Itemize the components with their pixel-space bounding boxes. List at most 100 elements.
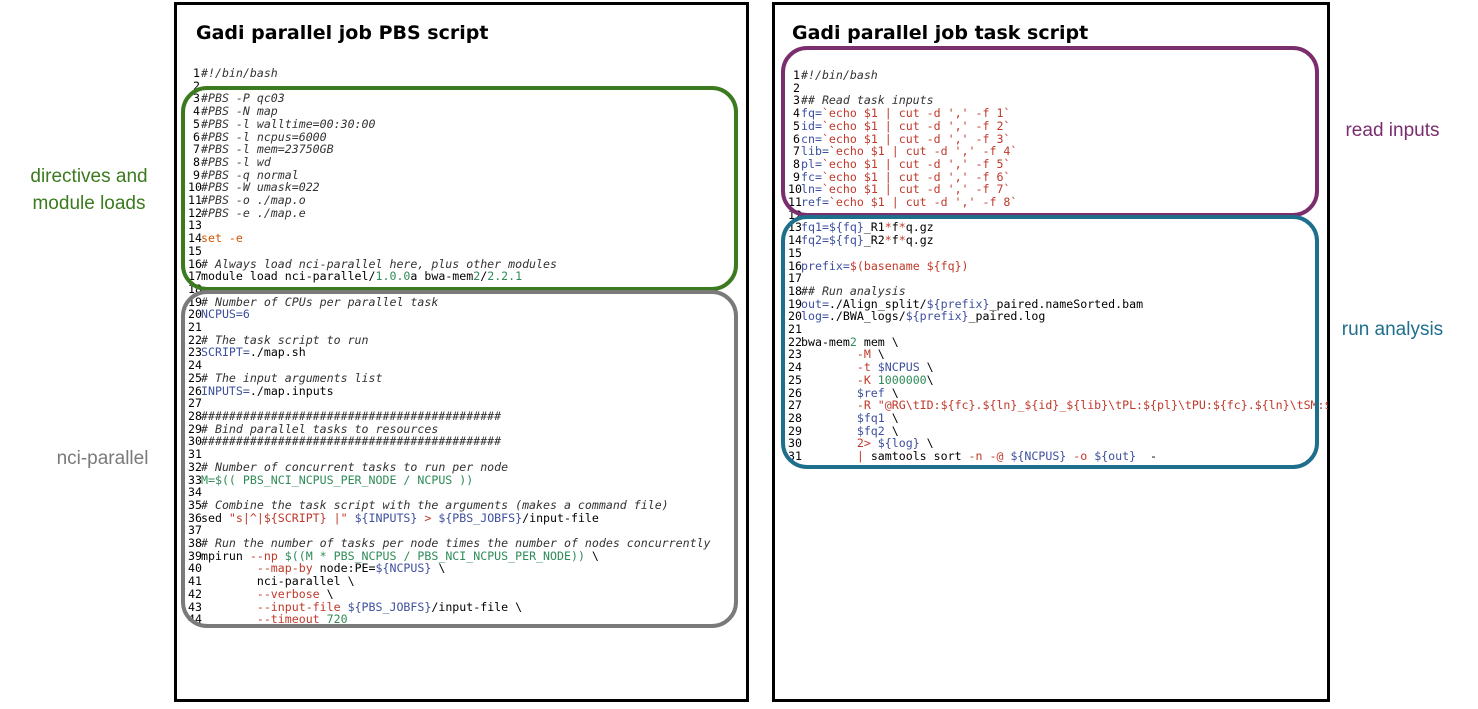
code-token: *	[898, 233, 906, 248]
code-token: --timeout	[256, 612, 327, 624]
code-token: "s|^|${SCRIPT} |"	[228, 510, 348, 525]
code-token: #!/bin/bash	[201, 67, 278, 80]
code-token: "@RG\tID:${fc}.${ln}_${id}_${lib}\tPL:${…	[877, 398, 1328, 413]
code-token: a bwa-mem	[410, 269, 474, 284]
code-token: \	[926, 372, 934, 387]
code-line: 23SCRIPT=./map.sh	[188, 346, 733, 359]
code-token: prefix=	[801, 258, 850, 273]
code-line: 44 --timeout 720	[188, 613, 733, 624]
code-token: ${prefix}	[905, 309, 969, 324]
line-number: 8	[193, 154, 200, 169]
code-token: |	[856, 449, 871, 464]
code-token: ${PBS_JOBFS}	[347, 599, 432, 614]
code-token: #PBS -e ./map.e	[201, 205, 306, 220]
code-token: ./map.sh	[249, 345, 306, 360]
nci-parallel-label: nci-parallel	[56, 448, 149, 469]
task-script-code: 1#!/bin/bash 2 3## Read task inputs 4fq=`e…	[788, 69, 1328, 465]
code-token: $(basename ${fq})	[849, 258, 969, 273]
code-line: 36sed "s|^|${SCRIPT} |" ${INPUTS} > ${PB…	[188, 510, 733, 525]
line-number: 24	[788, 360, 802, 375]
code-token: ${PBS_JOBFS}	[438, 510, 523, 525]
code-token: SCRIPT=	[201, 345, 250, 360]
code-token: M=$(( PBS_NCI_NCPUS_PER_NODE / NCPUS ))	[201, 472, 474, 487]
code-token: ########################################…	[201, 434, 502, 449]
line-number: 25	[788, 372, 802, 387]
line-number: 24	[188, 358, 202, 373]
code-token: ${NCPUS}	[375, 561, 432, 576]
directives-label: directives and module loads	[30, 166, 148, 214]
code-token: ref=	[801, 195, 829, 210]
code-line: 13	[188, 219, 733, 232]
line-number: 15	[788, 245, 802, 260]
code-token: /input-file	[522, 510, 599, 525]
read-inputs-label: read inputs	[1345, 120, 1440, 141]
line-number: 11	[188, 193, 202, 208]
line-number: 31	[188, 447, 202, 462]
line-number: 8	[793, 156, 800, 171]
line-number: 31	[788, 449, 802, 464]
code-token: INPUTS=	[201, 383, 250, 398]
line-number: 34	[188, 485, 202, 500]
line-number: 18	[788, 283, 802, 298]
line-number: 18	[188, 281, 202, 296]
code-line: 1#!/bin/bash	[788, 69, 1328, 82]
code-token: ${fq}	[828, 233, 864, 248]
code-token: ${NCPUS}	[1010, 449, 1067, 464]
code-token: \	[584, 548, 599, 563]
line-number: 5	[193, 116, 200, 131]
code-token: -	[1136, 449, 1158, 464]
code-token: 1.0.0	[375, 269, 411, 284]
line-number: 4	[793, 106, 800, 121]
code-token: ${INPUTS}	[347, 510, 425, 525]
code-line: 1#!/bin/bash	[188, 67, 733, 80]
code-token: *	[884, 233, 892, 248]
code-token: f	[891, 233, 899, 248]
line-number: 5	[793, 118, 800, 133]
pbs-script-title: Gadi parallel job PBS script	[196, 22, 489, 44]
code-token: #!/bin/bash	[801, 69, 878, 82]
code-line: 19# Number of CPUs per parallel task	[188, 295, 733, 309]
code-token: _paired.log	[968, 309, 1046, 324]
code-line: 17module load nci-parallel/1.0.0a bwa-me…	[188, 270, 733, 283]
code-line: 31 | samtools sort -n -@ ${NCPUS} -o ${o…	[788, 450, 1328, 463]
line-number: 28	[188, 408, 202, 423]
code-token: `echo $1 | cut -d ',' -f 8`	[828, 195, 1018, 210]
line-number: 38	[188, 536, 202, 551]
code-line: 11ref=`echo $1 | cut -d ',' -f 8`	[788, 196, 1328, 209]
code-line: 20NCPUS=6	[188, 308, 733, 321]
line-number: 25	[188, 370, 202, 385]
code-token: _R2	[863, 233, 885, 248]
code-token: >	[424, 510, 439, 525]
line-number: 42	[188, 586, 202, 601]
code-line: 33M=$(( PBS_NCI_NCPUS_PER_NODE / NCPUS )…	[188, 472, 733, 487]
pbs-script-code: 1#!/bin/bash 2 3#PBS -P qc03 4#PBS -N map 5…	[188, 67, 733, 624]
code-line: 20log=./BWA_logs/${prefix}_paired.log	[788, 310, 1328, 323]
line-number: 11	[788, 195, 802, 210]
line-number: 15	[188, 243, 202, 258]
line-number: 1	[193, 67, 200, 80]
code-line: 14set -e	[188, 232, 733, 245]
line-number: 21	[188, 320, 202, 335]
code-token: ${out}	[1094, 449, 1137, 464]
code-token: NCPUS=6	[201, 307, 250, 322]
code-token: ./map.inputs	[249, 383, 334, 398]
code-line: 16prefix=$(basename ${fq})	[788, 258, 1328, 273]
line-number: 28	[788, 410, 802, 425]
code-token: 720	[326, 612, 348, 624]
line-number: 44	[188, 612, 202, 624]
code-token: /input-file \	[431, 599, 523, 614]
code-line: 14fq2=${fq}_R2*f*q.gz	[788, 234, 1328, 247]
line-number: 4	[193, 104, 200, 119]
line-number: 35	[188, 497, 202, 512]
code-line: 26INPUTS=./map.inputs	[188, 383, 733, 398]
code-token: 2.2.1	[487, 269, 523, 284]
code-token: samtools sort	[870, 449, 969, 464]
line-number: 14	[788, 233, 802, 248]
task-script-title: Gadi parallel job task script	[792, 22, 1089, 44]
line-number: 14	[188, 231, 202, 246]
line-number: 32	[188, 459, 202, 474]
line-number: 1	[793, 69, 800, 82]
line-number: 21	[788, 322, 802, 337]
code-token: -o	[1066, 449, 1095, 464]
